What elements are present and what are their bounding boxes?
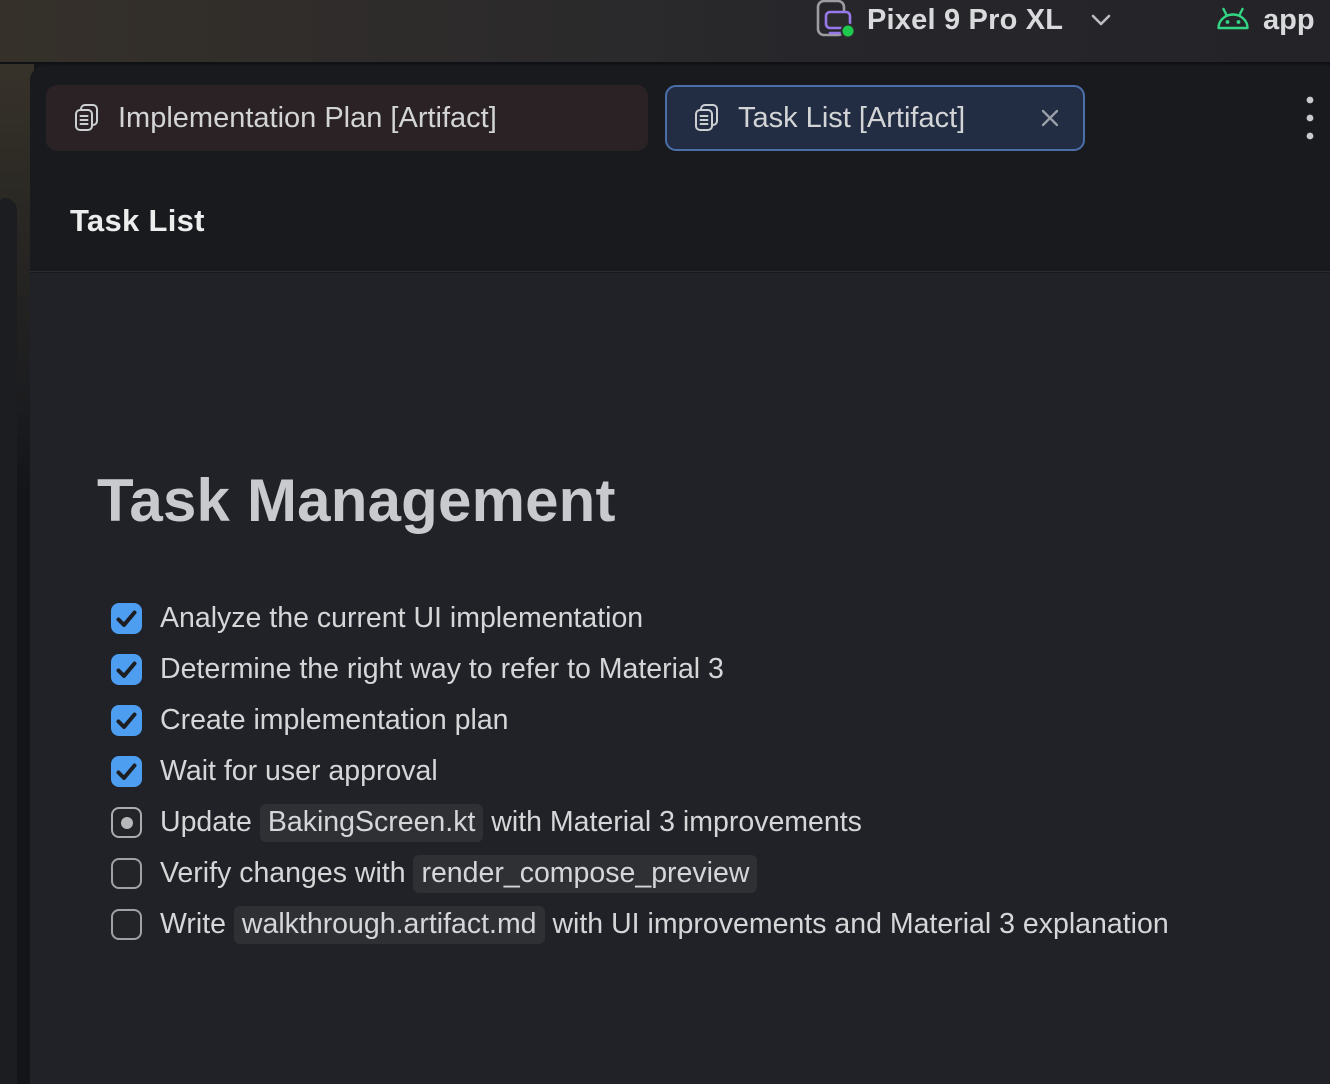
task-text: Write walkthrough.artifact.md with UI im… xyxy=(160,906,1169,944)
tab-task-list[interactable]: Task List [Artifact] xyxy=(665,85,1085,151)
artifact-document-icon xyxy=(71,103,101,133)
task-item: Write walkthrough.artifact.md with UI im… xyxy=(97,899,1200,950)
inline-code: walkthrough.artifact.md xyxy=(234,906,545,944)
task-checkbox-checked[interactable] xyxy=(111,756,142,787)
panel-header: Task List xyxy=(30,170,1330,272)
task-management-heading: Task Management xyxy=(97,466,1290,535)
task-item: Wait for user approval xyxy=(97,746,1200,797)
task-checkbox-checked[interactable] xyxy=(111,603,142,634)
tab-implementation-plan[interactable]: Implementation Plan [Artifact] xyxy=(46,85,648,151)
task-item: Determine the right way to refer to Mate… xyxy=(97,644,1200,695)
close-icon xyxy=(1039,107,1061,129)
task-item: Update BakingScreen.kt with Material 3 i… xyxy=(97,797,1200,848)
task-checkbox-unchecked[interactable] xyxy=(111,909,142,940)
chevron-down-icon xyxy=(1090,13,1112,27)
device-mirror-icon xyxy=(810,0,856,40)
task-checkbox-checked[interactable] xyxy=(111,705,142,736)
panel-title: Task List xyxy=(70,203,205,239)
task-item: Verify changes with render_compose_previ… xyxy=(97,848,1200,899)
kebab-menu-icon xyxy=(1305,95,1315,143)
app-selector[interactable]: app xyxy=(1216,0,1315,40)
task-text: Wait for user approval xyxy=(160,755,438,787)
task-checkbox-in-progress[interactable] xyxy=(111,807,142,838)
android-icon xyxy=(1216,6,1250,34)
artifact-document-icon xyxy=(691,103,721,133)
artifact-panel: Implementation Plan [Artifact] Task List… xyxy=(30,66,1330,1084)
device-selector[interactable]: Pixel 9 Pro XL xyxy=(810,0,1112,40)
task-checkbox-unchecked[interactable] xyxy=(111,858,142,889)
inline-code: BakingScreen.kt xyxy=(260,804,484,842)
task-text: Analyze the current UI implementation xyxy=(160,602,643,634)
task-text: Update BakingScreen.kt with Material 3 i… xyxy=(160,804,862,842)
top-bar: Pixel 9 Pro XL app xyxy=(0,0,1330,64)
screen: Pixel 9 Pro XL app xyxy=(0,0,1330,1084)
close-tab-button[interactable] xyxy=(1035,103,1065,133)
left-panel-edge xyxy=(0,198,17,1084)
tab-bar: Implementation Plan [Artifact] Task List… xyxy=(30,66,1330,170)
in-progress-dot xyxy=(121,817,133,829)
task-item: Analyze the current UI implementation xyxy=(97,593,1200,644)
task-text: Determine the right way to refer to Mate… xyxy=(160,653,724,685)
task-checkbox-checked[interactable] xyxy=(111,654,142,685)
tab-label: Task List [Artifact] xyxy=(738,102,965,135)
task-list-content: Task Management Analyze the current UI i… xyxy=(30,273,1330,1084)
inline-code: render_compose_preview xyxy=(413,855,757,893)
task-text: Create implementation plan xyxy=(160,704,509,736)
device-selector-label: Pixel 9 Pro XL xyxy=(867,4,1063,37)
tab-label: Implementation Plan [Artifact] xyxy=(118,102,497,135)
task-text: Verify changes with render_compose_previ… xyxy=(160,855,757,893)
app-selector-label: app xyxy=(1263,4,1315,37)
task-list: Analyze the current UI implementation Det… xyxy=(97,593,1290,950)
task-item: Create implementation plan xyxy=(97,695,1200,746)
overflow-menu-button[interactable] xyxy=(1288,90,1330,148)
